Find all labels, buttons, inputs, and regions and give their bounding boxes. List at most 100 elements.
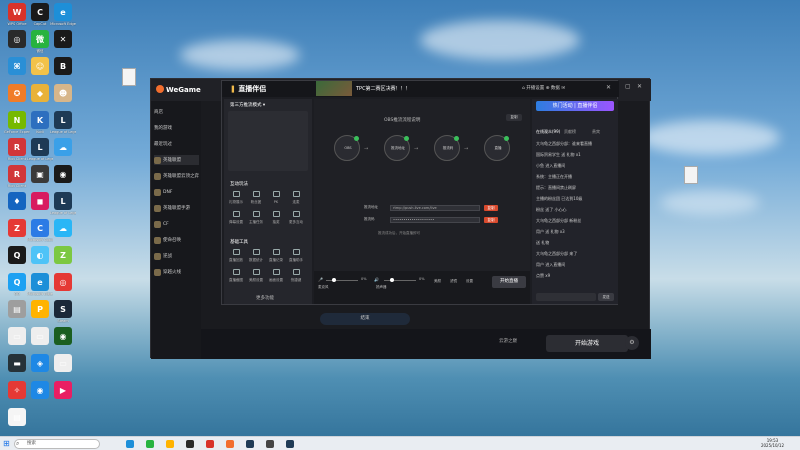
wegame-logo[interactable]: WeGame: [156, 85, 201, 94]
sidebar-item[interactable]: 使命召唤: [154, 235, 199, 245]
tool-button[interactable]: 弹幕设置: [228, 211, 244, 225]
cloud: [180, 40, 300, 70]
desktop-file-icon[interactable]: [684, 166, 698, 184]
left-panel: 第三方推流模式 ▾ 互动玩法 礼物展示 粉丝团 PK 连麦 弹幕设置 主播任务 抽奖 更多互动…: [224, 99, 312, 304]
speaker-volume: 0%: [419, 277, 425, 281]
desktop-icon-glyph: C: [31, 219, 49, 237]
wps-icon[interactable]: [206, 440, 214, 448]
mic-icon[interactable]: 🎤: [318, 277, 323, 282]
stream-mode-selector[interactable]: 第三方推流模式 ▾: [230, 102, 265, 108]
tool-button[interactable]: 美颜设置: [248, 269, 264, 283]
league-icon[interactable]: [246, 440, 254, 448]
wegame-icon[interactable]: [226, 440, 234, 448]
taskbar-clock[interactable]: 19:53 2025/10/12: [761, 438, 784, 448]
desktop-icon-glyph: B: [54, 57, 72, 75]
tool-button[interactable]: 画面设置: [268, 269, 284, 283]
speaker-icon[interactable]: 🔊: [374, 277, 379, 282]
live-status-pill[interactable]: 结束: [320, 313, 410, 325]
tool-icon: [292, 211, 300, 217]
tool-button[interactable]: PK: [268, 191, 284, 205]
tool-button[interactable]: 直播记录: [268, 249, 284, 263]
flow-title: OBS推流流程说明: [384, 118, 421, 123]
chat-tab[interactable]: 贡献榜: [564, 129, 576, 135]
chat-input[interactable]: [536, 293, 596, 301]
tool-button[interactable]: 数据统计: [248, 249, 264, 263]
windows-start-icon[interactable]: ⊞: [3, 439, 10, 448]
app-icon[interactable]: [186, 440, 194, 448]
desktop-icon-label: League of Legends: [50, 130, 76, 134]
send-button[interactable]: 发送: [598, 293, 614, 301]
speaker-volume-slider[interactable]: [384, 278, 416, 282]
tool-button[interactable]: 快捷键: [288, 269, 304, 283]
control-tool[interactable]: 设置: [466, 279, 473, 284]
sidebar-item[interactable]: 逆战: [154, 251, 199, 261]
chat-tab[interactable]: 贵宾: [592, 129, 600, 135]
taskbar-search[interactable]: 搜索: [14, 439, 100, 449]
desktop-file-icon[interactable]: [122, 68, 136, 86]
wechat-icon[interactable]: [146, 440, 154, 448]
header-actions[interactable]: ⌂ 开播设置 ⊕ 数据 ✉: [522, 85, 565, 91]
tool-button[interactable]: 主播任务: [248, 211, 264, 225]
close-icon[interactable]: ✕: [606, 84, 611, 91]
start-live-button[interactable]: 开始直播: [492, 276, 526, 288]
sidebar-item[interactable]: 穿越火线: [154, 267, 199, 277]
control-tool[interactable]: 美颜: [434, 279, 441, 284]
sidebar-item[interactable]: 我的游戏: [154, 123, 199, 133]
desktop-icon-glyph: ☁: [54, 138, 72, 156]
game-icon: [154, 204, 161, 212]
copy-button[interactable]: 复制: [484, 217, 498, 223]
sidebar-item[interactable]: 最近玩过: [154, 139, 199, 149]
sidebar-item[interactable]: 英雄联盟: [154, 155, 199, 165]
desktop-icon-glyph: ▤: [8, 408, 26, 426]
tool-button[interactable]: 礼物展示: [228, 191, 244, 205]
copy-button[interactable]: 复制: [484, 205, 498, 211]
tool-button[interactable]: 粉丝团: [248, 191, 264, 205]
scene-preview-area[interactable]: [228, 111, 308, 171]
desktop-icon-glyph: ✪: [8, 84, 26, 102]
tool-label: 直播回放: [229, 258, 243, 262]
desktop-icon[interactable]: ▶: [50, 380, 76, 414]
sidebar-item[interactable]: DNF: [154, 187, 199, 197]
sidebar-item[interactable]: CF: [154, 219, 199, 229]
tool-button[interactable]: 直播回放: [228, 249, 244, 263]
chat-message: 大乌龟之西部分部 来了: [536, 251, 578, 256]
maximize-icon[interactable]: ▢: [625, 83, 631, 90]
stream-cover-thumbnail[interactable]: [316, 81, 352, 96]
tool-label: 弹幕设置: [229, 220, 243, 224]
tool-button[interactable]: 直播截图: [228, 269, 244, 283]
status-dot: [404, 136, 409, 141]
desktop-icon-glyph: ✕: [54, 30, 72, 48]
edge-icon[interactable]: [126, 440, 134, 448]
chat-tab[interactable]: 在线观众(99): [536, 129, 560, 135]
live-companion-window: ❚ 直播伴侣 TPC第二赛区决赛！！！ ⌂ 开播设置 ⊕ 数据 ✉ ✕ 第三方推…: [221, 80, 619, 305]
app-icon[interactable]: [266, 440, 274, 448]
game-icon: [154, 236, 161, 244]
sidebar-item[interactable]: 英雄联盟云顶之弈: [154, 171, 199, 181]
desktop-icon-glyph: ◉: [31, 381, 49, 399]
event-banner[interactable]: 热门活动 | 直播伴侣: [536, 101, 614, 111]
tool-icon: [272, 191, 280, 197]
more-tools-link[interactable]: 更多功能: [256, 295, 274, 301]
stream-title[interactable]: TPC第二赛区决赛！！！: [356, 85, 411, 92]
control-tool[interactable]: 滤镜: [450, 279, 457, 284]
start-game-button[interactable]: 开始游戏: [546, 335, 628, 352]
tool-button[interactable]: 更多互动: [288, 211, 304, 225]
sidebar-item[interactable]: 英雄联盟手游: [154, 203, 199, 213]
explorer-icon[interactable]: [166, 440, 174, 448]
live-companion-title: ❚ 直播伴侣: [230, 85, 267, 93]
chat-message: 用户 送 礼物 x3: [536, 229, 565, 234]
close-icon[interactable]: ✕: [637, 83, 642, 90]
push-field[interactable]: rtmp://push.live.com/live: [390, 205, 480, 211]
tool-button[interactable]: 直播助手: [288, 249, 304, 263]
tool-button[interactable]: 抽奖: [268, 211, 284, 225]
flow-node-label: 推流地址: [391, 146, 405, 150]
cloud-play-label[interactable]: 云游之巅: [499, 338, 517, 344]
mic-volume-slider[interactable]: [326, 278, 358, 282]
settings-gear-icon[interactable]: ⚙: [625, 336, 639, 350]
sidebar-item[interactable]: 商店: [154, 107, 199, 117]
tool-button[interactable]: 连麦: [288, 191, 304, 205]
desktop-icon-glyph: ⌘: [8, 57, 26, 75]
league-icon[interactable]: [286, 440, 294, 448]
flow-link-button[interactable]: 复制: [506, 114, 522, 121]
push-field[interactable]: ••••••••••••••••••••: [390, 217, 480, 223]
